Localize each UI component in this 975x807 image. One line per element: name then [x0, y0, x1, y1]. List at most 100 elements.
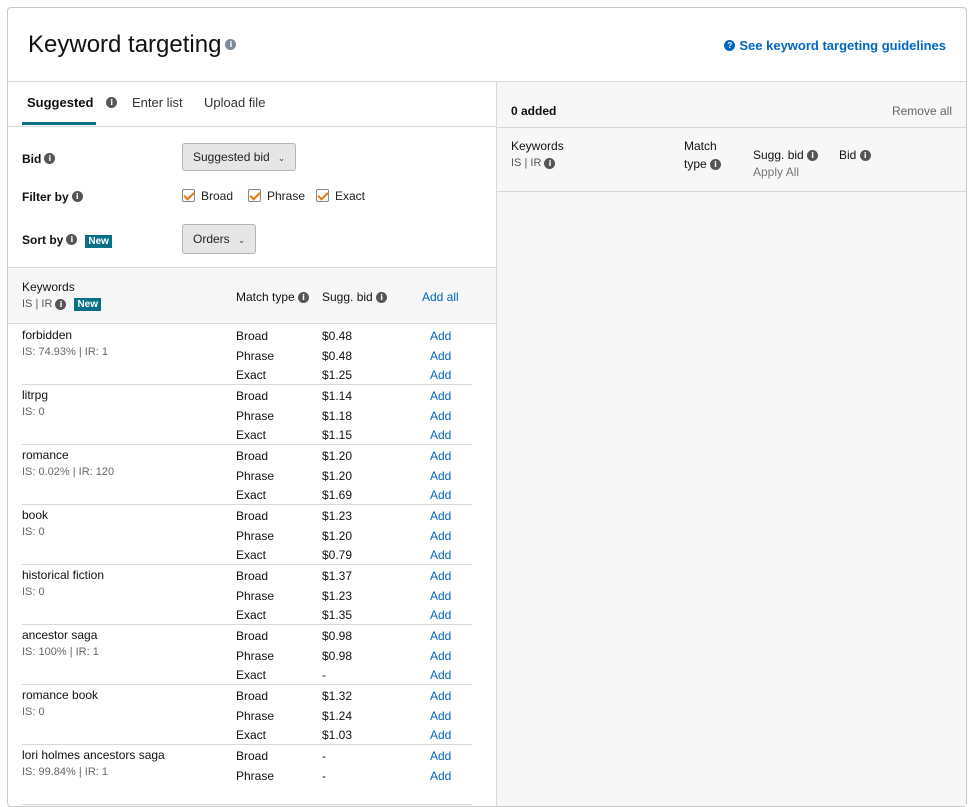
match-type-cell: Broad — [236, 629, 269, 643]
panel-header: Keyword targeting i ? See keyword targetin… — [8, 8, 966, 82]
add-keyword-button[interactable]: Add — [430, 329, 451, 343]
add-keyword-button[interactable]: Add — [430, 509, 451, 523]
match-type-cell: Exact — [236, 668, 267, 682]
added-toolbar: 0 added Remove all — [497, 82, 966, 126]
sugg-bid-cell: $1.24 — [322, 708, 353, 723]
tab-upload-file[interactable]: Upload file — [204, 95, 265, 110]
keyword-text: book — [22, 508, 49, 522]
add-keyword-button[interactable]: Add — [430, 469, 451, 483]
sugg-bid-cell: $1.18 — [322, 408, 353, 423]
add-keyword-button[interactable]: Add — [430, 569, 451, 583]
add-keyword-button[interactable]: Add — [430, 709, 451, 723]
add-keyword-button[interactable]: Add — [430, 389, 451, 403]
keyword-targeting-panel: Keyword targeting i ? See keyword targetin… — [7, 7, 967, 807]
suggestions-pane: Suggested i Enter list Upload file Bid i … — [8, 82, 497, 806]
keyword-text: lori holmes ancestors saga — [22, 748, 165, 762]
keyword-stats: IS: 0 — [22, 526, 45, 538]
sugg-bid-cell: $1.69 — [322, 488, 353, 502]
add-keyword-button[interactable]: Add — [430, 488, 451, 502]
bid-dropdown[interactable]: Suggested bid ⌄ — [182, 143, 297, 171]
info-icon[interactable]: i — [807, 150, 819, 162]
sugg-bid-cell: $1.20 — [322, 449, 353, 463]
apply-all-button[interactable]: Apply All — [753, 165, 799, 179]
add-keyword-button[interactable]: Add — [430, 428, 451, 442]
add-keyword-button[interactable]: Add — [430, 629, 451, 643]
keyword-group: forbidden IS: 74.93% | IR: 1 Broad $0.48 Add… — [22, 324, 472, 385]
guidelines-link[interactable]: ? See keyword targeting guidelines — [724, 38, 946, 53]
match-type-cell: Phrase — [236, 348, 275, 363]
match-type-cell: Broad — [236, 689, 269, 703]
sugg-bid-cell: $1.35 — [322, 608, 353, 622]
add-keyword-button[interactable]: Add — [430, 349, 451, 363]
sugg-bid-cell: $0.98 — [322, 629, 353, 643]
add-keyword-button[interactable]: Add — [430, 608, 451, 622]
sugg-bid-cell: $1.15 — [322, 428, 353, 442]
info-icon[interactable]: i — [710, 159, 722, 171]
match-type-cell: Phrase — [236, 588, 275, 603]
is-ir-subheader: IS | IR i New — [22, 298, 102, 311]
add-keyword-button[interactable]: Add — [430, 589, 451, 603]
added-count: 0 added — [511, 104, 557, 118]
match-type-column-header: Match type i — [236, 290, 310, 304]
match-type-cell: Exact — [236, 548, 267, 562]
keyword-text: litrpg — [22, 388, 49, 402]
filter-broad-checkbox[interactable]: Broad — [182, 189, 233, 203]
add-keyword-button[interactable]: Add — [430, 728, 451, 742]
keyword-stats: IS: 0 — [22, 706, 45, 718]
sugg-bid-cell: $0.48 — [322, 348, 353, 363]
sugg-bid-cell: $1.23 — [322, 509, 353, 523]
info-icon[interactable]: i — [544, 157, 556, 169]
add-keyword-button[interactable]: Add — [430, 769, 451, 783]
info-icon[interactable]: i — [298, 292, 310, 304]
added-sugg-bid-header: Sugg. bid i — [753, 148, 819, 162]
match-type-cell: Broad — [236, 749, 269, 763]
suggestions-table-header: Keywords IS | IR i New Match type i Sugg.… — [8, 268, 496, 324]
added-pane: 0 added Remove all Keywords IS | IR i Ma… — [497, 82, 966, 806]
keyword-text: forbidden — [22, 328, 73, 342]
keyword-stats: IS: 0.02% | IR: 120 — [22, 466, 115, 478]
sort-dropdown[interactable]: Orders ⌄ — [182, 224, 257, 254]
filter-exact-checkbox[interactable]: Exact — [316, 189, 365, 203]
add-keyword-button[interactable]: Add — [430, 689, 451, 703]
info-icon[interactable]: i — [44, 153, 56, 165]
info-icon[interactable]: i — [106, 97, 118, 109]
add-keyword-button[interactable]: Add — [430, 449, 451, 463]
match-type-cell: Phrase — [236, 408, 275, 423]
add-all-button[interactable]: Add all — [422, 290, 459, 304]
add-keyword-button[interactable]: Add — [430, 548, 451, 562]
add-keyword-button[interactable]: Add — [430, 668, 451, 682]
page-title: Keyword targeting i — [28, 31, 237, 59]
match-type-cell: Broad — [236, 389, 269, 403]
info-icon[interactable]: i — [376, 292, 388, 304]
sugg-bid-cell: - — [322, 749, 326, 763]
add-keyword-button[interactable]: Add — [430, 749, 451, 763]
match-type-cell: Exact — [236, 368, 267, 382]
checkbox-checked-icon — [316, 189, 329, 203]
info-icon[interactable]: i — [859, 150, 871, 162]
tab-enter-list[interactable]: Enter list — [132, 95, 183, 110]
remove-all-button[interactable]: Remove all — [892, 104, 952, 118]
match-type-cell: Phrase — [236, 768, 275, 783]
sugg-bid-column-header: Sugg. bid i — [322, 290, 388, 304]
checkbox-checked-icon — [248, 189, 261, 203]
sugg-bid-cell: - — [322, 768, 326, 783]
sugg-bid-cell: $1.37 — [322, 569, 353, 583]
added-match-header-line2: type i — [684, 157, 722, 171]
sugg-bid-cell: $1.20 — [322, 468, 353, 483]
info-icon[interactable]: i — [66, 234, 78, 246]
info-icon[interactable]: i — [71, 191, 83, 203]
match-type-cell: Phrase — [236, 648, 275, 663]
sugg-bid-cell: $1.25 — [322, 368, 353, 382]
keyword-stats: IS: 100% | IR: 1 — [22, 646, 99, 658]
add-keyword-button[interactable]: Add — [430, 409, 451, 423]
chevron-down-icon: ⌄ — [237, 235, 246, 245]
filter-phrase-checkbox[interactable]: Phrase — [248, 189, 305, 203]
add-keyword-button[interactable]: Add — [430, 529, 451, 543]
added-keywords-header: Keywords — [511, 139, 564, 153]
info-icon[interactable]: i — [55, 298, 67, 310]
info-icon[interactable]: i — [225, 39, 237, 51]
add-keyword-button[interactable]: Add — [430, 649, 451, 663]
add-keyword-button[interactable]: Add — [430, 368, 451, 382]
tab-suggested[interactable]: Suggested i — [27, 95, 118, 110]
match-type-cell: Phrase — [236, 468, 275, 483]
